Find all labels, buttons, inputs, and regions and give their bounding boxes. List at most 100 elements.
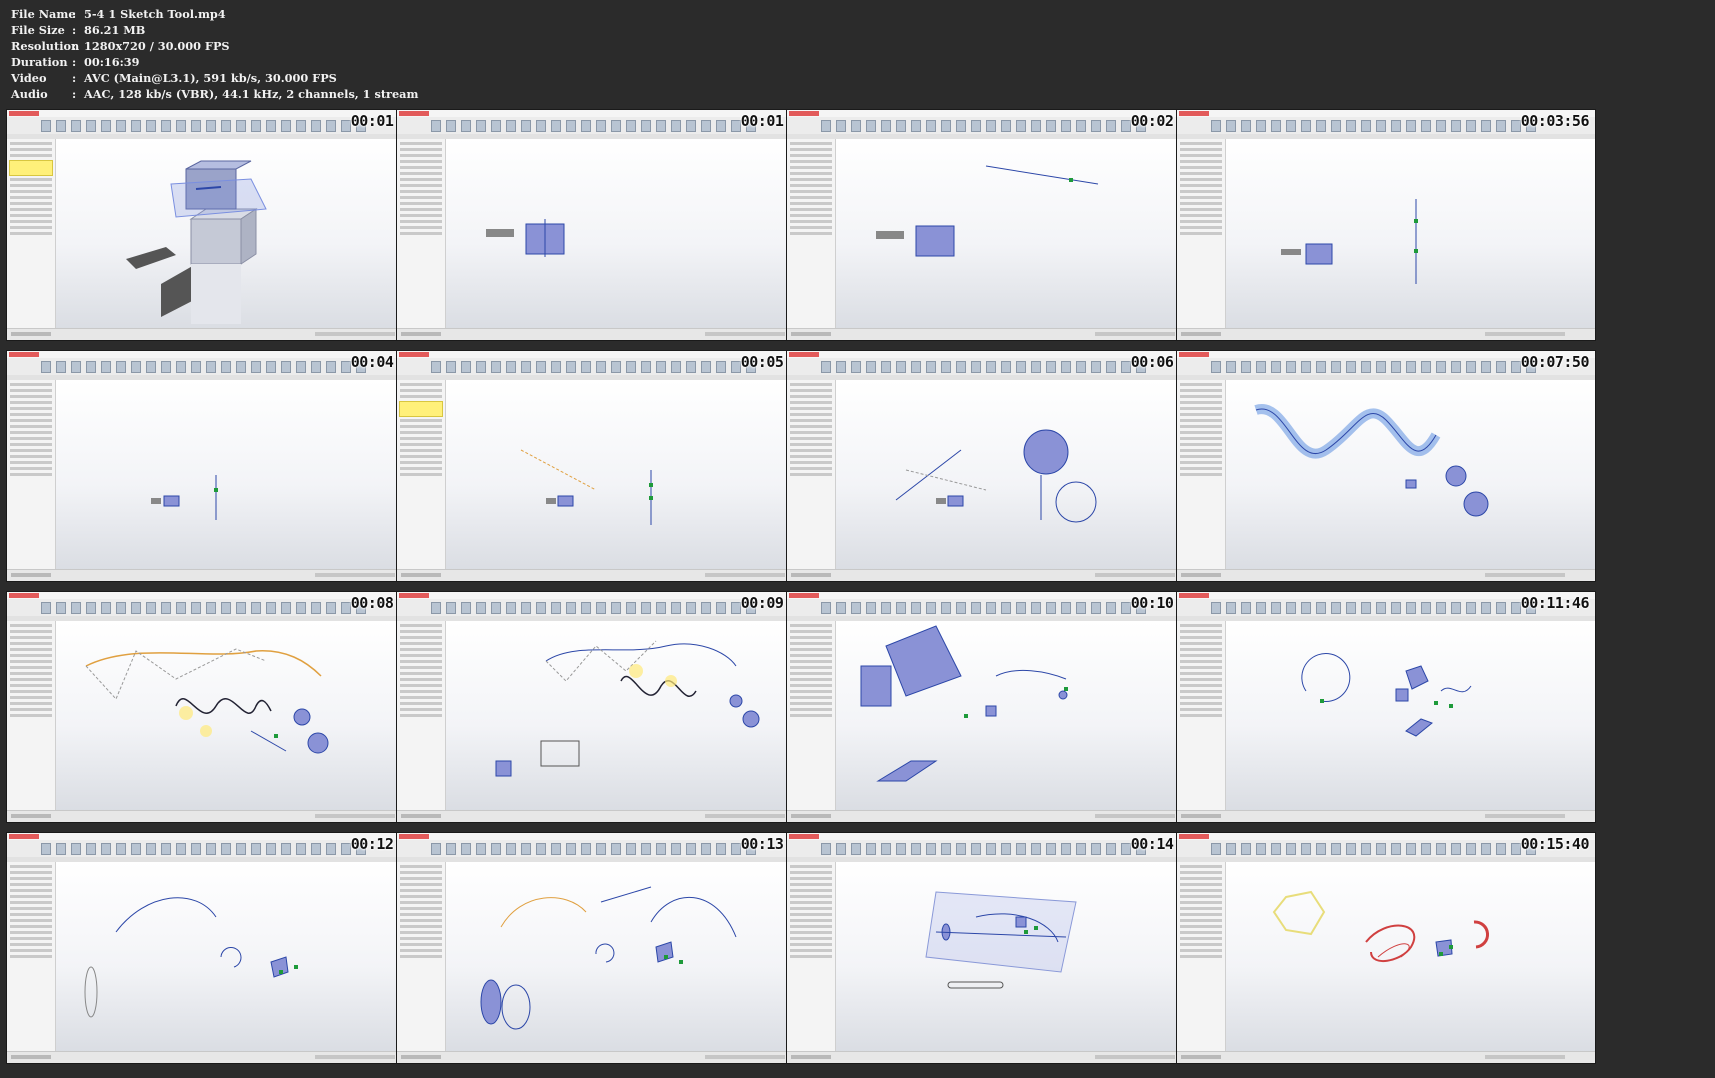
status-bar	[787, 569, 1205, 581]
property-panel	[787, 862, 836, 1052]
status-bar	[7, 569, 425, 581]
thumbnail: 00:03:56	[1176, 109, 1596, 341]
info-key: File Name	[11, 7, 76, 21]
app-logo	[789, 111, 819, 116]
app-logo	[399, 352, 429, 357]
thumbnail: 00:12:44	[6, 832, 426, 1064]
status-bar	[397, 1051, 815, 1063]
app-logo	[1179, 352, 1209, 357]
status-bar	[397, 810, 815, 822]
sketch-scene	[480, 886, 737, 1030]
property-panel	[1177, 380, 1226, 570]
app-logo	[399, 834, 429, 839]
sketch-scene	[1254, 404, 1489, 517]
info-value: 86.21 MB	[84, 23, 146, 37]
info-value: 00:16:39	[84, 55, 140, 69]
sketch-scene	[495, 640, 760, 777]
status-bar	[397, 328, 815, 340]
status-bar	[7, 328, 425, 340]
sketch-scene	[486, 219, 565, 257]
sketch-scene	[1272, 890, 1489, 962]
thumbnail-grid: 00:01:00 00:01:58 00:02:56 00:03:56 00:0…	[6, 109, 1710, 1072]
info-separator: :	[72, 87, 77, 101]
status-bar	[1177, 1051, 1595, 1063]
info-separator: :	[72, 55, 77, 69]
thumbnail: 00:09:48	[396, 591, 816, 823]
sketch-scene	[895, 429, 1097, 523]
thumbnail: 00:14:42	[786, 832, 1206, 1064]
sketch-scene	[126, 160, 267, 324]
app-logo	[789, 834, 819, 839]
app-logo	[789, 593, 819, 598]
info-key: Audio	[11, 87, 48, 101]
property-panel	[7, 380, 56, 570]
timestamp: 00:11:46	[1520, 594, 1590, 612]
sketch-scene	[1301, 652, 1472, 737]
property-panel	[1177, 621, 1226, 811]
app-logo	[9, 111, 39, 116]
info-row: Audio: AAC, 128 kb/s (VBR), 44.1 kHz, 2 c…	[11, 86, 418, 102]
sketch-scene	[1281, 199, 1418, 284]
info-key: File Size	[11, 23, 65, 37]
thumbnail: 00:08:50	[6, 591, 426, 823]
sketch-scene	[876, 165, 1099, 257]
tooltip-warning	[399, 401, 443, 417]
property-panel	[1177, 862, 1226, 1052]
info-row: Resolution:1280x720 / 30.000 FPS	[11, 38, 418, 54]
status-bar	[1177, 569, 1595, 581]
app-logo	[9, 834, 39, 839]
thumbnail: 00:15:40	[1176, 832, 1596, 1064]
property-panel	[397, 621, 446, 811]
app-logo	[1179, 834, 1209, 839]
app-logo	[1179, 111, 1209, 116]
info-separator: :	[72, 23, 77, 37]
info-value: 5-4 1 Sketch Tool.mp4	[84, 7, 226, 21]
timestamp: 00:07:50	[1520, 353, 1590, 371]
status-bar	[787, 1051, 1205, 1063]
thumbnail: 00:07:50	[1176, 350, 1596, 582]
sketch-scene	[925, 891, 1077, 989]
thumbnail: 00:04:54	[6, 350, 426, 582]
status-bar	[7, 1051, 425, 1063]
info-separator: :	[72, 7, 77, 21]
thumbnail: 00:05:54	[396, 350, 816, 582]
info-row: Video: AVC (Main@L3.1), 591 kb/s, 30.000 …	[11, 70, 418, 86]
sketch-scene	[151, 475, 218, 520]
thumbnail: 00:01:00	[6, 109, 426, 341]
property-panel	[787, 380, 836, 570]
app-logo	[789, 352, 819, 357]
property-panel	[787, 139, 836, 329]
info-value: AVC (Main@L3.1), 591 kb/s, 30.000 FPS	[84, 71, 337, 85]
sketch-scene	[84, 897, 298, 1018]
app-logo	[1179, 593, 1209, 598]
thumbnail: 00:06:52	[786, 350, 1206, 582]
property-panel	[7, 621, 56, 811]
status-bar	[397, 569, 815, 581]
app-logo	[9, 593, 39, 598]
property-panel	[787, 621, 836, 811]
property-panel	[1177, 139, 1226, 329]
info-value: 1280x720 / 30.000 FPS	[84, 39, 230, 53]
sketch-scene	[860, 625, 1068, 782]
timestamp: 00:15:40	[1520, 835, 1590, 853]
app-logo	[399, 111, 429, 116]
status-bar	[787, 810, 1205, 822]
info-row: File Size:86.21 MB	[11, 22, 418, 38]
property-panel	[397, 862, 446, 1052]
info-value: AAC, 128 kb/s (VBR), 44.1 kHz, 2 channel…	[84, 87, 419, 101]
info-row: File Name:5-4 1 Sketch Tool.mp4	[11, 6, 418, 22]
property-panel	[397, 139, 446, 329]
property-panel	[7, 862, 56, 1052]
info-row: Duration:00:16:39	[11, 54, 418, 70]
app-logo	[9, 352, 39, 357]
file-info-block: File Name:5-4 1 Sketch Tool.mp4 File Size…	[11, 6, 418, 102]
status-bar	[1177, 328, 1595, 340]
sketch-scene	[520, 449, 653, 525]
app-logo	[399, 593, 429, 598]
info-separator: :	[72, 71, 77, 85]
thumbnail: 00:01:58	[396, 109, 816, 341]
info-key: Resolution	[11, 39, 80, 53]
info-key: Duration	[11, 55, 68, 69]
sketch-scene	[85, 648, 329, 754]
info-key: Video	[11, 71, 47, 85]
